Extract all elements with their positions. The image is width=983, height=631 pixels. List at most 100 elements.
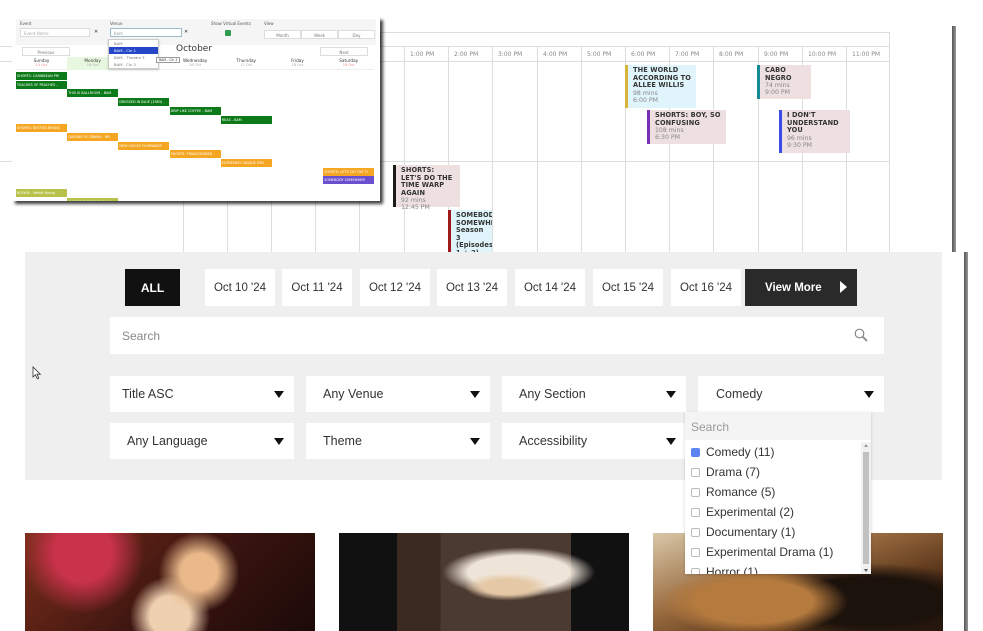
calendar-event[interactable]: DRESSED IN BLUE (1983) - bbox=[118, 98, 170, 107]
previous-week-button[interactable]: Previous bbox=[22, 47, 70, 56]
calendar-event[interactable]: TEACHES OF PEACHES - bbox=[16, 80, 67, 89]
date-tab[interactable]: Oct 12 '24 bbox=[360, 269, 430, 306]
date-tab[interactable]: Oct 11 '24 bbox=[282, 269, 352, 306]
calendar-event[interactable]: KOOKIE - Mehdi Rozug bbox=[16, 189, 67, 198]
calendar-event[interactable]: THIS IS BALLROOM - BAM bbox=[67, 89, 119, 98]
date-tab[interactable]: Oct 14 '24 bbox=[515, 269, 585, 306]
calendar-event[interactable]: SHORTS: TRANSCENDED bbox=[169, 150, 221, 159]
calendar-event[interactable]: SHORTS: BESTIES BRUNC bbox=[16, 124, 67, 133]
timeline-hour-label: 6:00 PM bbox=[625, 47, 669, 62]
view-day-button[interactable]: Day bbox=[338, 30, 375, 39]
calendar-day-header[interactable]: Thursday 17 Oct bbox=[221, 57, 272, 70]
view-month-button[interactable]: Month bbox=[264, 30, 301, 39]
next-week-button[interactable]: Next bbox=[320, 47, 368, 56]
timeline-event[interactable]: SOMEBODY SOMEWHERE Season 3 (Episodes 1 … bbox=[448, 210, 492, 252]
calendar-filter-bar: Event Event Name ✕ Venue bam ✕ Show Virt… bbox=[16, 19, 376, 45]
window-shadow bbox=[952, 26, 956, 252]
day-date: 19 Oct bbox=[342, 63, 355, 67]
search-input[interactable] bbox=[110, 317, 810, 354]
checkbox[interactable] bbox=[691, 527, 700, 537]
checkbox[interactable] bbox=[691, 507, 700, 517]
calendar-event[interactable]: I'M NOT EVERYTHING I W bbox=[67, 198, 119, 201]
checkbox[interactable] bbox=[691, 567, 700, 574]
film-poster[interactable] bbox=[25, 533, 315, 631]
date-tab[interactable]: Oct 16 '24 bbox=[671, 269, 741, 306]
search-field[interactable] bbox=[110, 317, 884, 354]
date-tab[interactable]: Oct 15 '24 bbox=[593, 269, 663, 306]
view-more-button[interactable]: View More bbox=[745, 269, 857, 306]
genre-option-label: Romance (5) bbox=[706, 485, 776, 499]
genre-option[interactable]: Experimental Drama (1) bbox=[685, 542, 861, 562]
timeline-event[interactable]: SHORTS: BOY, SO CONFUSING 108 mins 6:30 … bbox=[647, 110, 726, 144]
window-shadow bbox=[964, 252, 968, 631]
calendar-event[interactable]: EXTREMELY UNIQUE DYN bbox=[220, 159, 272, 167]
calendar-event[interactable]: SOMEBODY SOMEWHER bbox=[323, 176, 375, 185]
genre-option[interactable]: Drama (7) bbox=[685, 462, 861, 482]
theme-select-value: Theme bbox=[323, 434, 362, 448]
venue-select-value: Any Venue bbox=[323, 387, 384, 401]
genre-scrollbar[interactable] bbox=[861, 442, 871, 574]
view-more-label: View More bbox=[765, 281, 822, 294]
calendar-day-header[interactable]: Friday 18 Oct bbox=[272, 57, 323, 70]
event-duration: 98 mins bbox=[633, 89, 658, 97]
timeline-event[interactable]: SHORTS: LET'S DO THE TIME WARP AGAIN 92 … bbox=[393, 165, 460, 211]
checkbox[interactable] bbox=[691, 487, 700, 497]
calendar-event[interactable]: DRIP LIKE COFFEE - BAM bbox=[169, 106, 221, 115]
genre-option[interactable]: Comedy (11) bbox=[685, 442, 861, 462]
clear-event-icon[interactable]: ✕ bbox=[94, 29, 98, 35]
genre-select[interactable]: Comedy bbox=[698, 376, 884, 412]
genre-option[interactable]: Romance (5) bbox=[685, 482, 861, 502]
venue-option[interactable]: BAM - Theatre 3 bbox=[109, 54, 158, 61]
view-label: View bbox=[264, 21, 274, 26]
genre-option[interactable]: Horror (1) bbox=[685, 562, 861, 574]
venue-select[interactable]: Any Venue bbox=[306, 376, 490, 412]
sort-select[interactable]: Title ASC bbox=[110, 376, 294, 412]
timeline-hour-label: 8:00 PM bbox=[713, 47, 757, 62]
language-select-value: Any Language bbox=[127, 434, 208, 448]
theme-select[interactable]: Theme bbox=[306, 423, 490, 459]
genre-option-label: Experimental Drama (1) bbox=[706, 545, 834, 559]
timeline-event[interactable]: THE WORLD ACCORDING TO ALLEE WILLIS 98 m… bbox=[625, 65, 696, 108]
event-duration: 92 mins bbox=[401, 197, 426, 205]
venue-option[interactable]: BAM - Cin 1 bbox=[109, 47, 158, 54]
accessibility-select[interactable]: Accessibility bbox=[502, 423, 686, 459]
day-date: 17 Oct bbox=[240, 63, 253, 67]
calendar-event[interactable]: QUEENS OF DRAMA - NR bbox=[67, 132, 119, 141]
event-duration: 96 mins bbox=[787, 134, 812, 142]
venue-option[interactable]: BAM - Cin 2 bbox=[109, 61, 158, 68]
checkbox[interactable] bbox=[691, 467, 700, 477]
virtual-events-checkbox[interactable] bbox=[225, 30, 231, 36]
date-tab[interactable]: Oct 13 '24 bbox=[437, 269, 507, 306]
calendar-event[interactable]: SHORTS: CARIBBEAN PRI bbox=[16, 72, 67, 80]
event-duration: 108 mins bbox=[655, 127, 684, 135]
venue-input[interactable]: bam bbox=[110, 28, 182, 37]
calendar-event[interactable]: SHORTS: LET'S DO THE TI bbox=[323, 167, 375, 176]
language-select[interactable]: Any Language bbox=[110, 423, 294, 459]
genre-option-label: Comedy (11) bbox=[706, 445, 775, 459]
date-tab[interactable]: Oct 10 '24 bbox=[205, 269, 275, 306]
scroll-up-icon[interactable] bbox=[864, 444, 868, 447]
clear-venue-icon[interactable]: ✕ bbox=[184, 29, 188, 35]
genre-option[interactable]: Experimental (2) bbox=[685, 502, 861, 522]
checkbox[interactable] bbox=[691, 547, 700, 557]
calendar-event[interactable]: NEW VOICES FILMMAKER bbox=[118, 141, 170, 150]
film-poster[interactable] bbox=[339, 533, 629, 631]
view-week-button[interactable]: Week bbox=[301, 30, 338, 39]
section-select[interactable]: Any Section bbox=[502, 376, 686, 412]
search-icon[interactable] bbox=[854, 328, 868, 342]
calendar-month-title: October bbox=[176, 44, 213, 54]
genre-option[interactable]: Documentary (1) bbox=[685, 522, 861, 542]
scrollbar-thumb[interactable] bbox=[863, 452, 869, 564]
timeline-event[interactable]: CABO NEGRO 74 mins 9:00 PM bbox=[757, 65, 811, 99]
calendar-day-header[interactable]: Sunday 13 Oct bbox=[16, 57, 67, 70]
calendar-day-header[interactable]: Saturday 19 Oct bbox=[323, 57, 374, 70]
scroll-down-icon[interactable] bbox=[864, 569, 868, 572]
genre-search-input[interactable]: Search bbox=[685, 412, 871, 440]
timeline-event[interactable]: I DON'T UNDERSTAND YOU 96 mins 9:30 PM bbox=[779, 110, 850, 153]
checkbox[interactable] bbox=[691, 447, 700, 457]
calendar-event[interactable]: REAS - BAM bbox=[220, 115, 272, 124]
tab-all[interactable]: ALL bbox=[125, 269, 180, 306]
venue-option[interactable]: BAM bbox=[109, 40, 158, 47]
timeline-hour-label: 9:00 PM bbox=[758, 47, 802, 62]
event-name-input[interactable]: Event Name bbox=[20, 28, 90, 37]
